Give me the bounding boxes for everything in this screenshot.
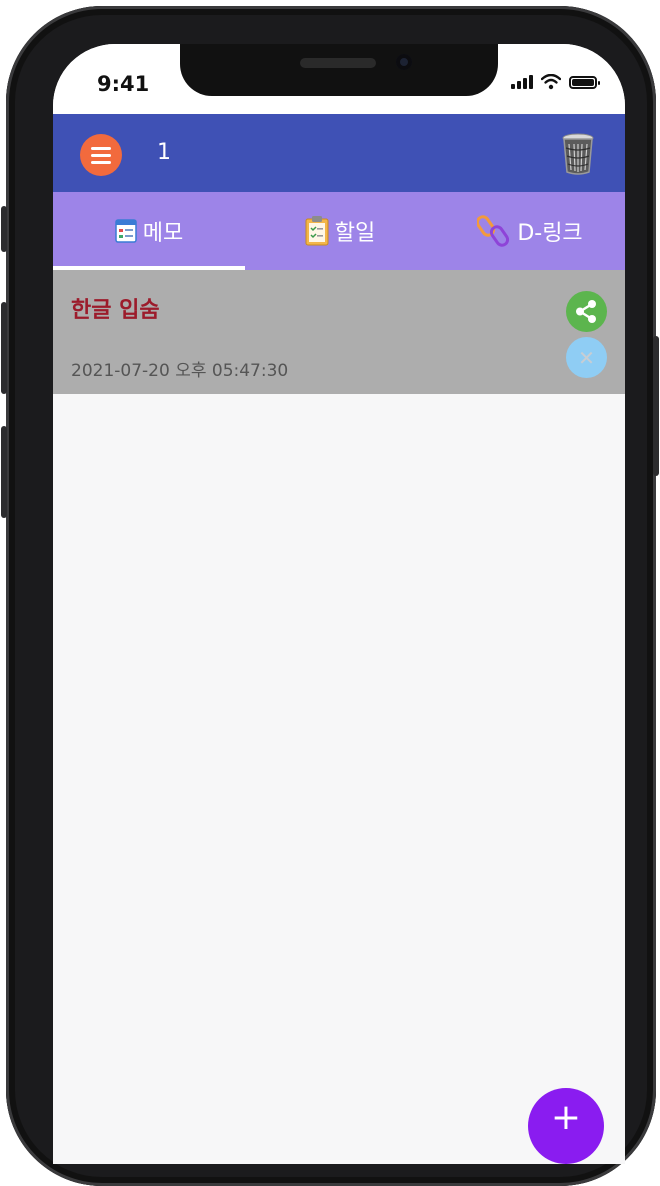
memo-title: 한글 입숨 xyxy=(71,298,160,323)
tab-memo[interactable]: 메모 xyxy=(53,192,245,270)
tab-dlink-label: D-링크 xyxy=(517,221,583,246)
tab-memo-label: 메모 xyxy=(142,221,184,246)
phone-frame: 9:41 1 메모 할일 D-링크 한글 입숨 2021-07-20 오후 05… xyxy=(1,6,659,1186)
mute-switch xyxy=(1,206,7,252)
speaker-grille xyxy=(300,58,376,68)
volume-up-button xyxy=(1,302,7,394)
status-bar: 9:41 xyxy=(53,44,625,114)
menu-line-icon xyxy=(91,146,111,150)
add-memo-button[interactable]: + xyxy=(528,1088,604,1164)
camera-icon xyxy=(396,54,412,70)
hamburger-menu-button[interactable] xyxy=(80,134,122,176)
app-bar: 1 xyxy=(53,114,625,192)
close-icon: ✕ xyxy=(578,345,595,370)
memo-date: 2021-07-20 오후 05:47:30 xyxy=(71,361,289,381)
memo-icon xyxy=(115,219,137,243)
clipboard-icon xyxy=(305,216,329,246)
menu-line-icon xyxy=(91,160,111,164)
delete-button[interactable]: ✕ xyxy=(566,337,607,378)
screen: 9:41 1 메모 할일 D-링크 한글 입숨 2021-07-20 오후 05… xyxy=(53,44,625,1164)
memo-list-item[interactable]: 한글 입숨 2021-07-20 오후 05:47:30 ✕ xyxy=(53,270,625,394)
link-icon xyxy=(477,215,510,247)
menu-line-icon xyxy=(91,153,111,157)
status-time: 9:41 xyxy=(97,72,150,96)
wifi-icon xyxy=(541,74,561,90)
tab-dlink[interactable]: D-링크 xyxy=(435,192,625,270)
share-icon xyxy=(576,300,596,323)
signal-icon xyxy=(511,75,533,89)
volume-down-button xyxy=(1,426,7,518)
notch xyxy=(180,44,498,96)
power-button xyxy=(653,336,659,476)
trash-can-icon[interactable] xyxy=(561,132,595,176)
battery-icon xyxy=(569,75,600,89)
status-icons xyxy=(511,74,600,90)
tab-todo-label: 할일 xyxy=(334,221,376,246)
plus-icon: + xyxy=(550,1097,582,1138)
memo-count: 1 xyxy=(157,140,171,165)
share-button[interactable] xyxy=(566,291,607,332)
tab-bar: 메모 할일 D-링크 xyxy=(53,192,625,270)
tab-todo[interactable]: 할일 xyxy=(245,192,435,270)
